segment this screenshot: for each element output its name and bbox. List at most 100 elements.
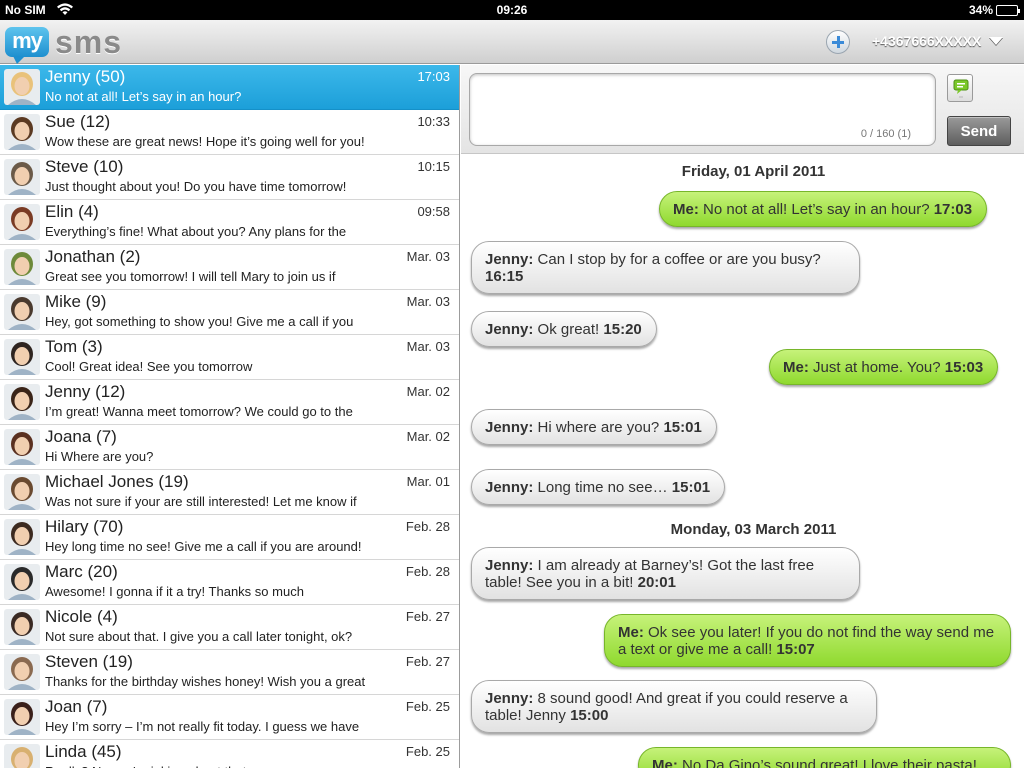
battery-percent: 34% — [968, 3, 993, 17]
status-bar: No SIM 09:26 34% — [0, 0, 1024, 20]
contact-name: Michael Jones (19) — [45, 472, 189, 491]
conversation-time: 17:03 — [417, 69, 450, 84]
message-text: Can I stop by for a coffee or are you bu… — [537, 251, 821, 268]
message-preview: No not at all! Let’s say in an hour? — [45, 89, 242, 104]
message-bubble-outgoing[interactable]: Me: Just at home. You? 15:03 — [769, 349, 999, 385]
conversation-row[interactable]: Jenny (50) 17:03 No not at all! Let’s say … — [0, 65, 459, 110]
conversation-row[interactable]: Elin (4) 09:58 Everything’s fine! What abo… — [0, 200, 459, 245]
conversation-time: Mar. 03 — [406, 294, 450, 309]
message-text: No Da Gino’s sound great! I love their p… — [682, 757, 977, 768]
message-preview: Great see you tomorrow! I will tell Mary… — [45, 269, 336, 284]
avatar — [4, 654, 40, 690]
conversation-time: Mar. 02 — [406, 384, 450, 399]
add-contact-icon[interactable] — [826, 30, 850, 54]
message-bubble-incoming[interactable]: Jenny: Ok great! 15:20 — [471, 311, 657, 347]
message-bubble-incoming[interactable]: Jenny: Can I stop by for a coffee or are… — [471, 241, 860, 294]
conversation-time: Feb. 28 — [405, 564, 450, 579]
app-header: my sms +4367666XXXXX — [0, 20, 1024, 64]
avatar — [4, 339, 40, 375]
conversation-row[interactable]: Hilary (70) Feb. 28 Hey long time no see! … — [0, 515, 459, 560]
phone-number-selector[interactable]: +4367666XXXXX — [872, 33, 1004, 49]
conversation-row[interactable]: Steven (19) Feb. 27 Thanks for the birthda… — [0, 650, 459, 695]
date-separator: Friday, 01 April 2011 — [681, 163, 826, 180]
contact-name: Linda (45) — [45, 742, 122, 761]
conversation-time: Feb. 25 — [405, 699, 450, 714]
message-preview: Hey long time no see! Give me a call if … — [45, 539, 362, 554]
contact-name: Elin (4) — [45, 202, 99, 221]
message-preview: Awesome! I gonna if it a try! Thanks so … — [45, 584, 304, 599]
message-bubble-incoming[interactable]: Jenny: Long time no see… 15:01 — [471, 469, 726, 505]
logo-bubble: my — [5, 27, 49, 64]
message-sender: Me: — [673, 201, 699, 218]
contact-name: Tom (3) — [45, 337, 103, 356]
message-time: 20:01 — [637, 574, 676, 591]
phone-number: +4367666XXXXX — [872, 33, 982, 49]
message-time: 15:00 — [570, 707, 609, 724]
conversation-row[interactable]: Joan (7) Feb. 25 Hey I’m sorry – I’m not r… — [0, 695, 459, 740]
conversation-row[interactable]: Jonathan (2) Mar. 03 Great see you tomorro… — [0, 245, 459, 290]
message-bubble-incoming[interactable]: Jenny: Hi where are you? 15:01 — [471, 409, 717, 445]
message-sender: Jenny: — [485, 557, 534, 574]
avatar — [4, 474, 40, 510]
conversation-time: Feb. 25 — [405, 744, 450, 759]
conversation-time: 10:15 — [417, 159, 450, 174]
battery-icon — [996, 4, 1020, 16]
message-time: 15:03 — [944, 359, 984, 376]
sms-type-icon[interactable] — [947, 74, 973, 102]
message-text: 8 sound good! And great if you could res… — [485, 690, 848, 724]
conversation-row[interactable]: Marc (20) Feb. 28 Awesome! I gonna if it a… — [0, 560, 459, 605]
contact-name: Joan (7) — [45, 697, 108, 716]
contact-name: Mike (9) — [45, 292, 107, 311]
message-sender: Jenny: — [485, 419, 534, 436]
conversation-row[interactable]: Sue (12) 10:33 Wow these are great news! H… — [0, 110, 459, 155]
conversation-time: 10:33 — [417, 114, 450, 129]
compose-area: 0 / 160 (1) Send — [461, 65, 1024, 154]
conversation-row[interactable]: Linda (45) Feb. 25 Really? No you're jokin… — [0, 740, 459, 768]
message-preview: Wow these are great news! Hope it’s goin… — [45, 134, 365, 149]
conversation-row[interactable]: Tom (3) Mar. 03 Cool! Great idea! See you … — [0, 335, 459, 380]
conversation-time: Feb. 27 — [405, 609, 450, 624]
conversation-time: 09:58 — [417, 204, 450, 219]
message-preview: Everything’s fine! What about you? Any p… — [45, 224, 347, 239]
contact-name: Joana (7) — [45, 427, 117, 446]
message-time: 16:15 — [485, 268, 524, 285]
avatar — [4, 564, 40, 600]
conversation-row[interactable]: Michael Jones (19) Mar. 01 Was not sure if… — [0, 470, 459, 515]
mysms-logo: my sms — [5, 23, 123, 64]
message-time: 15:20 — [603, 321, 642, 338]
message-input[interactable] — [476, 80, 928, 128]
message-time: 17:03 — [933, 201, 973, 218]
message-text: Ok great! — [537, 321, 600, 338]
message-preview: Was not sure if your are still intereste… — [45, 494, 357, 509]
logo-text: sms — [55, 23, 123, 60]
conversation-row[interactable]: Nicole (4) Feb. 27 Not sure about that. I … — [0, 605, 459, 650]
message-preview: Really? No you're joking about that... — [45, 764, 455, 768]
conversation-time: Feb. 28 — [405, 519, 450, 534]
message-time: 15:01 — [663, 419, 702, 436]
contact-name: Steve (10) — [45, 157, 124, 176]
contact-name: Steven (19) — [45, 652, 133, 671]
conversation-time: Mar. 03 — [406, 339, 450, 354]
conversation-list[interactable]: Jenny (50) 17:03 No not at all! Let’s say … — [0, 65, 460, 768]
send-button[interactable]: Send — [947, 116, 1011, 146]
contact-name: Jenny (12) — [45, 382, 126, 401]
avatar — [4, 204, 40, 240]
avatar — [4, 429, 40, 465]
message-bubble-incoming[interactable]: Jenny: 8 sound good! And great if you co… — [471, 680, 877, 733]
message-bubble-outgoing[interactable]: Me: No not at all! Let’s say in an hour?… — [659, 191, 988, 227]
message-thread[interactable]: Friday, 01 April 2011 Me: No not at all!… — [461, 155, 1024, 768]
message-bubble-outgoing[interactable]: Me: No Da Gino’s sound great! I love the… — [638, 747, 1011, 768]
conversation-row[interactable]: Mike (9) Mar. 03 Hey, got something to sho… — [0, 290, 459, 335]
message-preview: I’m great! Wanna meet tomorrow? We could… — [45, 404, 353, 419]
message-text: No not at all! Let’s say in an hour? — [703, 201, 930, 218]
conversation-row[interactable]: Joana (7) Mar. 02 Hi Where are you? — [0, 425, 459, 470]
message-bubble-incoming[interactable]: Jenny: I am already at Barney’s! Got the… — [471, 547, 860, 600]
message-preview: Thanks for the birthday wishes honey! Wi… — [45, 674, 366, 689]
conversation-row[interactable]: Jenny (12) Mar. 02 I’m great! Wanna meet t… — [0, 380, 459, 425]
contact-name: Jenny (50) — [45, 67, 126, 86]
contact-name: Nicole (4) — [45, 607, 118, 626]
message-input-box[interactable]: 0 / 160 (1) — [469, 73, 936, 146]
message-bubble-outgoing[interactable]: Me: Ok see you later! If you do not find… — [604, 614, 1011, 667]
conversation-row[interactable]: Steve (10) 10:15 Just thought about you! D… — [0, 155, 459, 200]
message-time: 15:07 — [776, 641, 815, 658]
